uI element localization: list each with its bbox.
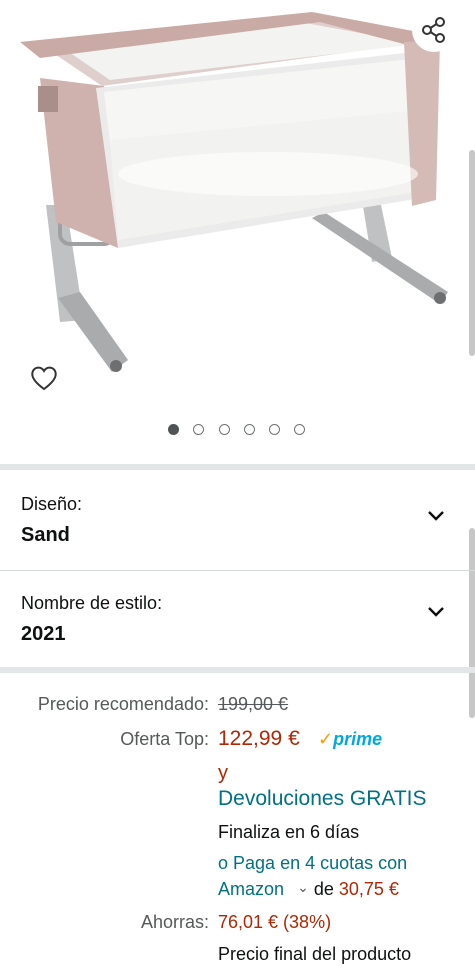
free-returns-link[interactable]: Devoluciones GRATIS bbox=[218, 787, 427, 811]
variation-value: 2021 bbox=[21, 623, 66, 645]
variation-selector-style[interactable]: Nombre de estilo: 2021 bbox=[0, 571, 475, 667]
variation-label: Nombre de estilo: bbox=[21, 593, 163, 613]
deal-price: 122,99 € bbox=[218, 727, 300, 750]
savings-label: Ahorras: bbox=[140, 912, 209, 932]
installments-de: de bbox=[313, 879, 334, 899]
scrollbar[interactable] bbox=[469, 150, 475, 356]
and-text: y bbox=[218, 762, 228, 784]
prime-check-icon: ✓ bbox=[318, 729, 334, 749]
wishlist-button[interactable] bbox=[22, 356, 66, 400]
variation-label: Diseño: bbox=[21, 494, 83, 514]
gallery-pagination bbox=[0, 424, 475, 440]
installments-row-2: Amazon ⌄ de 30,75 € bbox=[218, 879, 399, 900]
final-price-note: Precio final del producto bbox=[218, 944, 412, 964]
gallery-dot[interactable] bbox=[193, 424, 204, 435]
prime-badge: ✓prime bbox=[318, 729, 382, 750]
variation-value: Sand bbox=[21, 524, 70, 546]
list-price-label: Precio recomendado: bbox=[37, 694, 209, 714]
list-price: 199,00 € bbox=[218, 694, 289, 714]
gallery-dot[interactable] bbox=[294, 424, 305, 435]
product-image-gallery[interactable] bbox=[0, 0, 475, 462]
gallery-dot[interactable] bbox=[269, 424, 280, 435]
share-button[interactable] bbox=[412, 8, 456, 52]
chevron-down-icon[interactable]: ⌄ bbox=[297, 879, 309, 895]
installments-link-amazon[interactable]: Amazon bbox=[218, 879, 284, 899]
installments-amount: 30,75 € bbox=[338, 879, 399, 899]
section-divider bbox=[0, 667, 475, 673]
deal-ends-text: Finaliza en 6 días bbox=[218, 822, 360, 842]
gallery-dot[interactable] bbox=[244, 424, 255, 435]
gallery-dot[interactable] bbox=[168, 424, 179, 435]
savings-value: 76,01 € (38%) bbox=[218, 912, 332, 932]
installments-link[interactable]: Paga en 4 cuotas con bbox=[233, 853, 407, 873]
gallery-dot[interactable] bbox=[219, 424, 230, 435]
installments-row: o Paga en 4 cuotas con bbox=[218, 853, 407, 874]
deal-price-label: Oferta Top: bbox=[120, 729, 209, 749]
product-image[interactable] bbox=[0, 0, 475, 420]
installments-prefix: o bbox=[218, 853, 229, 873]
share-icon bbox=[422, 17, 445, 43]
variation-selector-design[interactable]: Diseño: Sand bbox=[0, 470, 475, 570]
prime-label: prime bbox=[333, 729, 383, 749]
chevron-down-icon bbox=[428, 511, 444, 521]
chevron-down-icon bbox=[428, 607, 444, 617]
heart-icon bbox=[31, 366, 57, 391]
